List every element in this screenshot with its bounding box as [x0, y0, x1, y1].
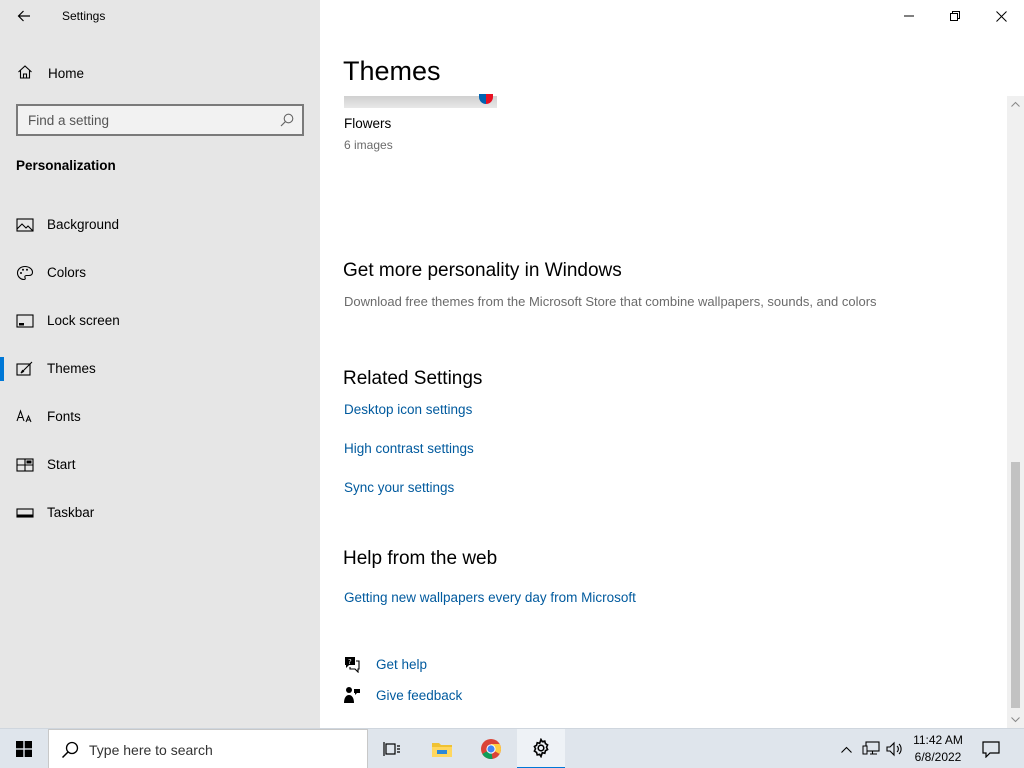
taskbar-search-placeholder: Type here to search — [89, 742, 213, 758]
start-button[interactable] — [0, 729, 48, 768]
chrome-icon — [481, 739, 502, 760]
get-help-link[interactable]: Get help — [376, 657, 427, 672]
action-center-button[interactable] — [976, 729, 1006, 768]
vertical-scrollbar[interactable] — [1007, 96, 1024, 728]
lock-screen-icon — [16, 314, 34, 328]
windows-logo-icon — [16, 741, 32, 757]
sidebar-item-colors[interactable]: Colors — [0, 253, 320, 293]
sidebar-item-label: Colors — [47, 265, 87, 280]
search-input[interactable] — [18, 106, 278, 134]
task-view-icon — [383, 742, 400, 756]
get-help-icon: ? — [345, 657, 360, 673]
volume-button[interactable] — [884, 729, 906, 768]
section-title: Personalization — [16, 158, 116, 173]
sidebar-item-label: Fonts — [47, 409, 81, 424]
wallpapers-help-link[interactable]: Getting new wallpapers every day from Mi… — [344, 590, 636, 605]
sidebar-item-label: Background — [47, 217, 120, 232]
sidebar-item-start[interactable]: Start — [0, 445, 320, 485]
start-icon — [16, 458, 34, 472]
feedback-icon — [344, 687, 360, 703]
gear-icon — [533, 738, 549, 758]
close-icon — [995, 10, 1007, 22]
home-label: Home — [48, 66, 85, 81]
taskbar: Type here to search 11:42 AM 6/8/2022 — [0, 728, 1024, 768]
sidebar: Settings Home Personalization Background… — [0, 0, 320, 728]
restore-button[interactable] — [932, 0, 978, 32]
personality-heading: Get more personality in Windows — [343, 260, 622, 281]
minimize-icon — [904, 15, 914, 17]
sidebar-item-lock-screen[interactable]: Lock screen — [0, 301, 320, 341]
related-settings-heading: Related Settings — [343, 368, 483, 389]
task-view-button[interactable] — [368, 729, 416, 768]
search-icon — [61, 741, 79, 759]
home-nav-item[interactable]: Home — [0, 58, 320, 88]
sidebar-item-label: Themes — [47, 361, 96, 376]
close-button[interactable] — [978, 0, 1024, 32]
file-explorer-icon — [432, 743, 452, 757]
theme-thumbnail[interactable] — [344, 94, 497, 108]
chevron-up-icon — [1011, 101, 1020, 107]
picture-icon — [16, 218, 34, 232]
chevron-up-icon — [840, 746, 852, 753]
sidebar-item-label: Taskbar — [47, 505, 95, 520]
sidebar-item-fonts[interactable]: Fonts — [0, 397, 320, 437]
scroll-up-button[interactable] — [1007, 96, 1024, 112]
scroll-down-button[interactable] — [1007, 712, 1024, 728]
network-icon — [862, 741, 880, 755]
minimize-button[interactable] — [886, 0, 932, 32]
themes-icon — [16, 361, 33, 376]
fonts-icon — [16, 409, 32, 423]
scroll-thumb[interactable] — [1011, 462, 1020, 708]
taskbar-search-box[interactable]: Type here to search — [48, 729, 368, 768]
app-title: Settings — [62, 9, 106, 23]
notification-icon — [982, 740, 1000, 758]
theme-color-swatch — [479, 94, 493, 104]
clock[interactable]: 11:42 AM 6/8/2022 — [904, 732, 972, 766]
show-hidden-icons-button[interactable] — [836, 729, 856, 768]
find-setting-search[interactable] — [16, 104, 304, 136]
theme-image-count: 6 images — [344, 138, 393, 152]
sidebar-item-themes[interactable]: Themes — [0, 349, 320, 389]
desktop-icon-settings-link[interactable]: Desktop icon settings — [344, 402, 472, 417]
file-explorer-button[interactable] — [418, 729, 466, 768]
sync-settings-link[interactable]: Sync your settings — [344, 480, 454, 495]
clock-date: 6/8/2022 — [914, 750, 962, 764]
home-icon — [18, 65, 32, 79]
high-contrast-settings-link[interactable]: High contrast settings — [344, 441, 474, 456]
help-web-heading: Help from the web — [343, 548, 498, 569]
chevron-down-icon — [1011, 717, 1020, 723]
page-title: Themes — [343, 56, 441, 86]
sidebar-item-label: Start — [47, 457, 76, 472]
taskbar-icon — [16, 508, 34, 518]
palette-icon — [16, 265, 34, 281]
sidebar-item-background[interactable]: Background — [0, 205, 320, 245]
sidebar-item-taskbar[interactable]: Taskbar — [0, 493, 320, 533]
settings-taskbar-button[interactable] — [517, 729, 565, 768]
network-button[interactable] — [860, 729, 882, 768]
search-icon[interactable] — [280, 113, 294, 127]
chrome-button[interactable] — [467, 729, 515, 768]
restore-icon — [950, 11, 960, 21]
theme-name: Flowers — [344, 116, 392, 131]
sidebar-item-label: Lock screen — [47, 313, 120, 328]
personality-description: Download free themes from the Microsoft … — [344, 294, 877, 309]
back-button[interactable] — [10, 4, 38, 28]
back-arrow-icon — [17, 10, 30, 22]
svg-text:?: ? — [348, 658, 352, 666]
clock-time: 11:42 AM — [913, 733, 963, 747]
speaker-icon — [886, 741, 902, 757]
give-feedback-link[interactable]: Give feedback — [376, 688, 462, 703]
